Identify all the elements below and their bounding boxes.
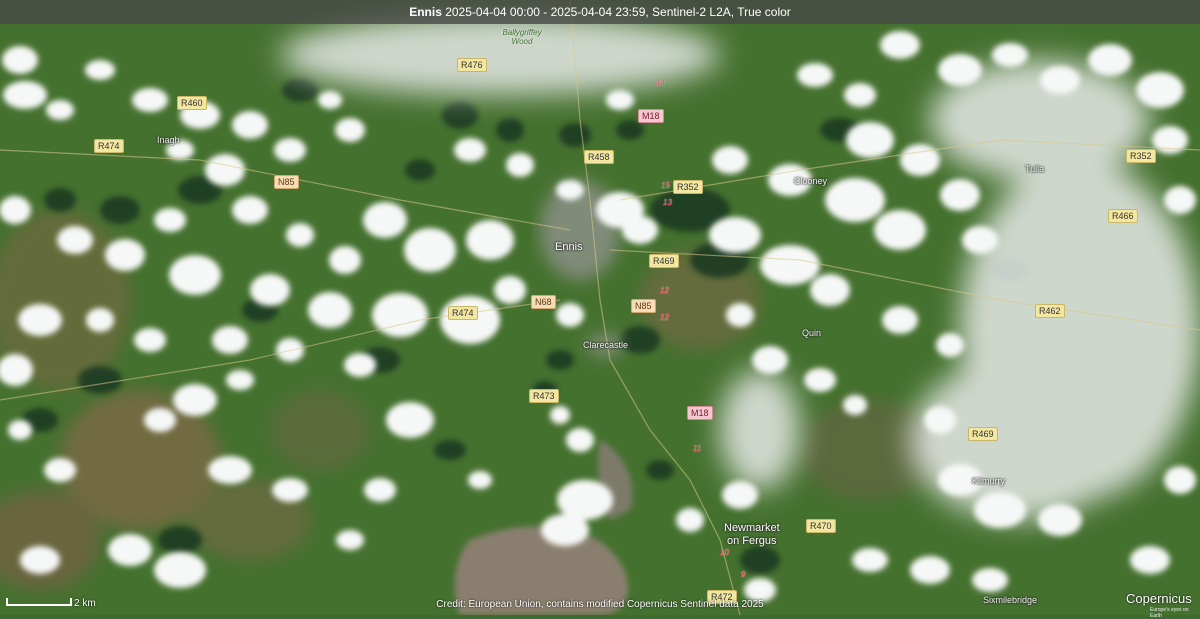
place-clarecastle: Clarecastle [583,340,629,350]
copernicus-logo: Copernicus [1126,591,1192,606]
road-label-r476: R476 [457,58,487,72]
road-label-r469: R469 [649,254,679,268]
junction-number: 10 [720,548,729,557]
place-inagh: Inagh [157,135,180,145]
junction-number: 11 [693,444,702,453]
road-label-r470: R470 [806,519,836,533]
junction-number: 14 [656,78,665,87]
title-details: 2025-04-04 00:00 - 2025-04-04 23:59, Sen… [441,5,791,19]
place-newmarket: Newmarket [724,522,780,534]
junction-number: 12 [660,286,669,295]
road-label-m18: M18 [638,109,664,123]
road-label-r473: R473 [529,389,559,403]
road-label-n68: N68 [531,295,556,309]
road-label-r466: R466 [1108,209,1138,223]
junction-number: 9 [741,570,746,579]
credit-text: Credit: European Union, contains modifie… [436,599,764,610]
place-ennis: Ennis [555,241,583,253]
place-quin: Quin [802,328,822,338]
junction-number: 15 [661,181,670,190]
road-label-r460: R460 [177,96,207,110]
road-label-r469: R469 [968,427,998,441]
road-label-r474: R474 [94,139,124,153]
road-label-n85: N85 [274,175,299,189]
place-ballygriffey-wood: Ballygriffey Wood [502,28,542,46]
road-label-r458: R458 [584,150,614,164]
road-label-r352: R352 [1126,149,1156,163]
place-kilmurry: Kilmurry [972,476,1005,486]
satellite-map[interactable] [0,0,1200,615]
road-label-r474: R474 [448,306,478,320]
road-label-m18: M18 [687,406,713,420]
place-clooney: Clooney [794,176,828,186]
copernicus-logo-tagline: Europe's eyes on Earth [1150,607,1189,619]
road-label-n85: N85 [631,299,656,313]
road-label-r352: R352 [673,180,703,194]
road-label-r462: R462 [1035,304,1065,318]
junction-number: 13 [663,198,672,207]
place-on-fergus: on Fergus [727,535,777,547]
place-tulla: Tulla [1025,164,1045,174]
map-title-bar: Ennis 2025-04-04 00:00 - 2025-04-04 23:5… [0,0,1200,24]
title-place: Ennis [409,5,442,19]
junction-number: 12 [660,313,669,322]
